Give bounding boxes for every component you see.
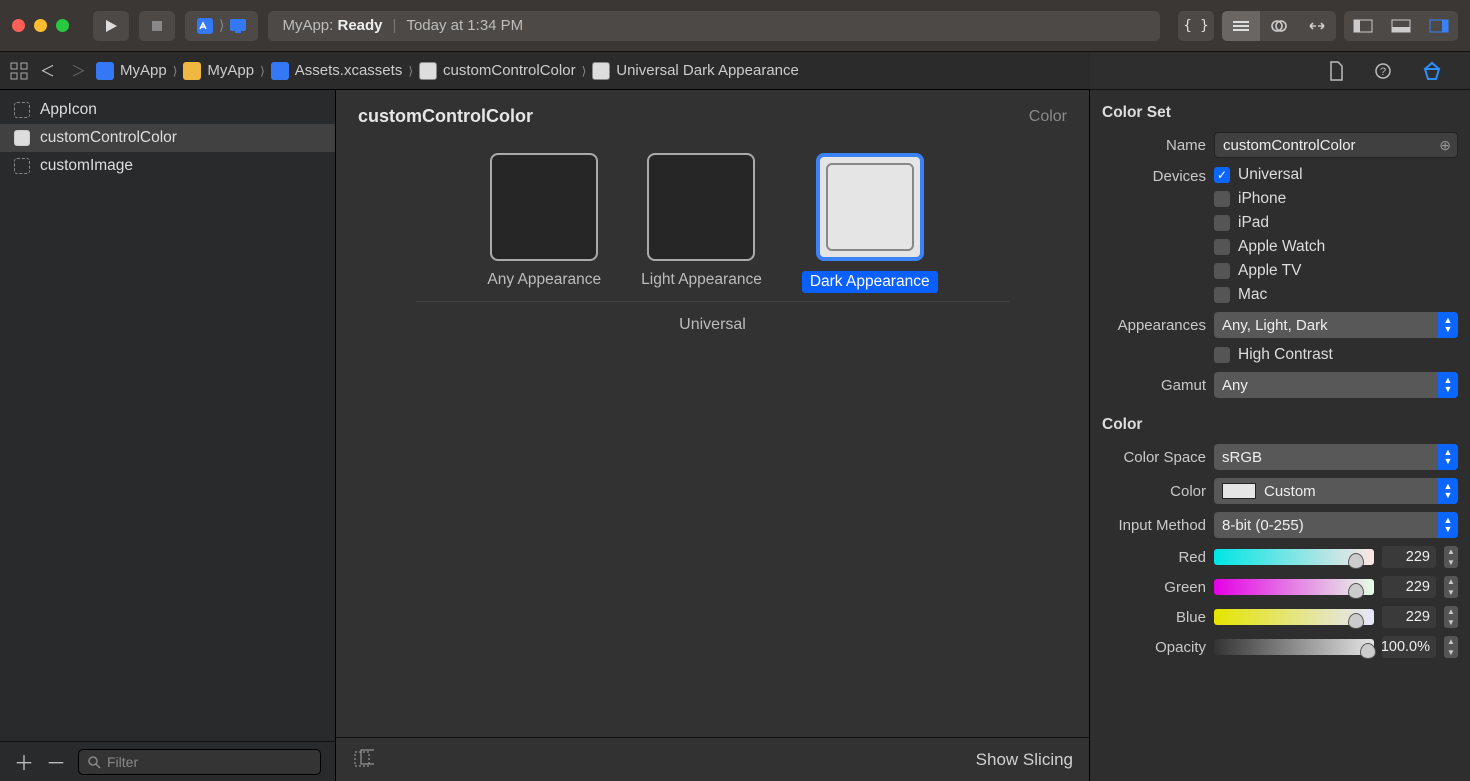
asset-outline: AppIcon customControlColor customImage — [0, 90, 335, 741]
status-app: MyApp: — [282, 17, 333, 34]
nav-forward-button[interactable]: ＞ — [67, 60, 90, 81]
editor-mode-segmented[interactable] — [1222, 11, 1336, 41]
green-slider[interactable] — [1214, 579, 1374, 595]
blue-stepper[interactable]: ▲▼ — [1444, 606, 1458, 628]
device-iphone[interactable]: iPhone — [1214, 190, 1458, 208]
device-universal[interactable]: ✓Universal — [1214, 166, 1458, 184]
editor-title: customControlColor — [358, 106, 533, 127]
red-slider[interactable] — [1214, 549, 1374, 565]
breadcrumb-group[interactable]: MyApp — [183, 62, 254, 80]
device-ipad[interactable]: iPad — [1214, 214, 1458, 232]
show-slicing-button[interactable]: Show Slicing — [976, 750, 1073, 770]
device-watch[interactable]: Apple Watch — [1214, 238, 1458, 256]
sidebar-footer: ＋ － Filter — [0, 741, 335, 781]
outline-item-customcontrolcolor[interactable]: customControlColor — [0, 124, 335, 152]
appearances-popup[interactable]: Any, Light, Dark▲▼ — [1214, 312, 1458, 338]
devices-checklist: ✓Universal iPhone iPad Apple Watch Apple… — [1214, 166, 1458, 304]
stop-button[interactable] — [139, 11, 175, 41]
swatch-light[interactable]: Light Appearance — [641, 153, 762, 293]
toolbar: ⟩ MyApp: Ready | Today at 1:34 PM { } — [0, 0, 1470, 52]
slicing-icon[interactable] — [352, 749, 374, 771]
section-colorset: Color Set — [1102, 104, 1458, 122]
color-popup[interactable]: Custom▲▼ — [1214, 478, 1458, 504]
opacity-stepper[interactable]: ▲▼ — [1444, 636, 1458, 658]
breadcrumb-colorset[interactable]: customControlColor — [419, 62, 576, 80]
inspector-tabs: ? — [1090, 52, 1470, 90]
right-panel-icon[interactable] — [1420, 11, 1458, 41]
blue-label: Blue — [1102, 609, 1214, 626]
outline-item-customimage[interactable]: customImage — [0, 152, 335, 180]
code-snippets-button[interactable]: { } — [1178, 11, 1214, 41]
window-traffic-lights — [12, 19, 69, 32]
navigator-sidebar: ＜ ＞ MyApp⟩ MyApp⟩ Assets.xcassets⟩ custo… — [0, 52, 336, 781]
green-label: Green — [1102, 579, 1214, 596]
colorspace-label: Color Space — [1102, 449, 1214, 466]
appearance-swatches: Any Appearance Light Appearance Dark App… — [336, 153, 1089, 293]
editor-footer: Show Slicing — [336, 737, 1089, 781]
nav-back-button[interactable]: ＜ — [34, 60, 61, 81]
inspector-panel: ? Color Set Name customControlColor⊕ Dev… — [1090, 52, 1470, 781]
opacity-label: Opacity — [1102, 639, 1214, 656]
related-items-icon[interactable] — [10, 62, 28, 80]
clear-icon[interactable]: ⊕ — [1439, 137, 1451, 154]
red-stepper[interactable]: ▲▼ — [1444, 546, 1458, 568]
left-panel-icon[interactable] — [1344, 11, 1382, 41]
name-label: Name — [1102, 137, 1214, 154]
red-value[interactable]: 229 — [1382, 546, 1436, 568]
filter-icon — [87, 755, 101, 769]
version-editor-icon[interactable] — [1298, 11, 1336, 41]
file-inspector-tab[interactable] — [1328, 61, 1344, 81]
add-asset-button[interactable]: ＋ — [14, 747, 32, 776]
input-method-label: Input Method — [1102, 517, 1214, 534]
close-window-button[interactable] — [12, 19, 25, 32]
editor-kind: Color — [1029, 108, 1067, 126]
bottom-panel-icon[interactable] — [1382, 11, 1420, 41]
svg-text:?: ? — [1380, 66, 1386, 78]
appearances-label: Appearances — [1102, 317, 1214, 334]
attributes-inspector-tab[interactable] — [1422, 61, 1442, 81]
gamut-popup[interactable]: Any▲▼ — [1214, 372, 1458, 398]
opacity-slider[interactable] — [1214, 639, 1374, 655]
blue-value[interactable]: 229 — [1382, 606, 1436, 628]
filter-field[interactable]: Filter — [78, 749, 321, 775]
zoom-window-button[interactable] — [56, 19, 69, 32]
run-button[interactable] — [93, 11, 129, 41]
red-label: Red — [1102, 549, 1214, 566]
breadcrumb-assets[interactable]: Assets.xcassets — [271, 62, 403, 80]
device-group-label: Universal — [336, 316, 1089, 334]
green-value[interactable]: 229 — [1382, 576, 1436, 598]
activity-status: MyApp: Ready | Today at 1:34 PM — [268, 11, 1160, 41]
scheme-selector[interactable]: ⟩ — [185, 11, 258, 41]
devices-label: Devices — [1102, 166, 1214, 185]
status-time: Today at 1:34 PM — [406, 17, 523, 34]
breadcrumb-variant[interactable]: Universal Dark Appearance — [592, 62, 799, 80]
section-color: Color — [1102, 416, 1458, 434]
color-label: Color — [1102, 483, 1214, 500]
outline-item-appicon[interactable]: AppIcon — [0, 96, 335, 124]
swatch-any[interactable]: Any Appearance — [487, 153, 601, 293]
name-field[interactable]: customControlColor⊕ — [1214, 132, 1458, 158]
input-method-popup[interactable]: 8-bit (0-255)▲▼ — [1214, 512, 1458, 538]
opacity-value[interactable]: 100.0% — [1382, 636, 1436, 658]
breadcrumb-project[interactable]: MyApp — [96, 62, 167, 80]
panel-visibility-segmented[interactable] — [1344, 11, 1458, 41]
status-state: Ready — [338, 17, 383, 34]
asset-editor: customControlColor Color Any Appearance … — [336, 52, 1090, 781]
colorspace-popup[interactable]: sRGB▲▼ — [1214, 444, 1458, 470]
standard-editor-icon[interactable] — [1222, 11, 1260, 41]
path-bar: ＜ ＞ MyApp⟩ MyApp⟩ Assets.xcassets⟩ custo… — [0, 52, 1090, 90]
gamut-label: Gamut — [1102, 377, 1214, 394]
high-contrast-check[interactable]: High Contrast — [1214, 346, 1458, 364]
device-tv[interactable]: Apple TV — [1214, 262, 1458, 280]
remove-asset-button[interactable]: － — [46, 747, 64, 776]
assistant-editor-icon[interactable] — [1260, 11, 1298, 41]
minimize-window-button[interactable] — [34, 19, 47, 32]
blue-slider[interactable] — [1214, 609, 1374, 625]
device-mac[interactable]: Mac — [1214, 286, 1458, 304]
green-stepper[interactable]: ▲▼ — [1444, 576, 1458, 598]
swatch-dark[interactable]: Dark Appearance — [802, 153, 938, 293]
help-inspector-tab[interactable]: ? — [1374, 62, 1392, 80]
